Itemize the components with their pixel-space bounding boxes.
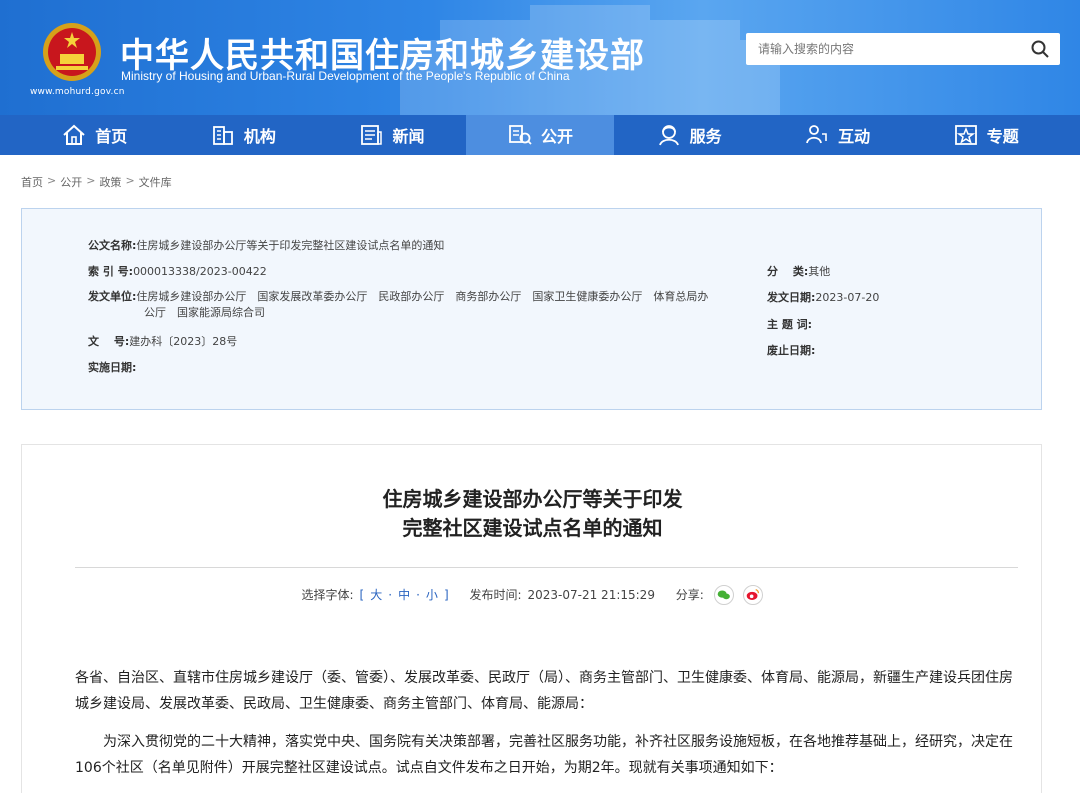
info-impl-date: 实施日期: <box>88 359 136 375</box>
info-issuer: 发文单位:住房城乡建设部办公厅 国家发展改革委办公厅 民政部办公厅 商务部办公厅… <box>88 289 748 321</box>
breadcrumb-separator: > <box>125 174 135 187</box>
index-value: 000013338/2023-00422 <box>133 265 267 278</box>
font-size-large[interactable]: 大 <box>370 588 382 602</box>
info-category: 分 类:其他 <box>767 263 830 279</box>
font-bracket-close: ] <box>443 587 449 602</box>
building-icon <box>212 126 233 145</box>
site-title-english: Ministry of Housing and Urban-Rural Deve… <box>121 69 570 83</box>
doc-name-label: 公文名称: <box>88 239 137 252</box>
nav-institution[interactable]: 机构 <box>169 115 318 155</box>
info-subject: 主 题 词: <box>767 316 812 332</box>
news-icon <box>361 125 383 145</box>
breadcrumb-library[interactable]: 文件库 <box>139 174 172 190</box>
breadcrumb-separator: > <box>47 174 57 187</box>
font-size-label: 选择字体: <box>301 587 354 602</box>
article-paragraph-1: 各省、自治区、直辖市住房城乡建设厅（委、管委）、发展改革委、民政厅（局）、商务主… <box>75 670 1013 712</box>
breadcrumb-disclosure[interactable]: 公开 <box>60 174 82 190</box>
issue-date-value: 2023-07-20 <box>815 291 880 304</box>
category-label: 分 类: <box>767 265 809 278</box>
main-nav: 首页 机构 新闻 公开 服务 互动 专题 <box>20 115 1060 155</box>
breadcrumb-home[interactable]: 首页 <box>21 174 43 190</box>
nav-interact-label: 互动 <box>838 127 871 146</box>
subject-label: 主 题 词: <box>767 318 813 331</box>
info-index: 索 引 号:000013338/2023-00422 <box>88 263 267 279</box>
doc-number-label: 文 号: <box>88 335 130 348</box>
nav-topics-label: 专题 <box>986 127 1019 146</box>
site-url: www.mohurd.gov.cn <box>30 87 125 97</box>
star-icon <box>954 125 977 145</box>
info-doc-name: 公文名称:住房城乡建设部办公厅等关于印发完整社区建设试点名单的通知 <box>88 237 444 253</box>
nav-home-label: 首页 <box>95 127 128 146</box>
issue-date-label: 发文日期: <box>767 291 816 304</box>
font-size-small[interactable]: 小 <box>426 588 438 602</box>
nav-interact[interactable]: 互动 <box>763 115 912 155</box>
service-icon <box>658 125 679 146</box>
nav-home[interactable]: 首页 <box>20 115 169 155</box>
abolish-date-label: 废止日期: <box>767 344 816 357</box>
font-bracket-open: [ <box>359 587 365 602</box>
title-divider <box>75 567 1018 568</box>
site-header: www.mohurd.gov.cn 中华人民共和国住房和城乡建设部 Minist… <box>0 0 1080 115</box>
font-size-dot: · <box>416 587 420 602</box>
nav-service-label: 服务 <box>689 127 722 146</box>
nav-institution-label: 机构 <box>243 127 276 146</box>
article-meta: 选择字体: [ 大 · 中 · 小] 发布时间: 2023-07-21 21:15:29 分享… <box>22 585 1043 605</box>
interact-icon <box>806 125 827 144</box>
info-abolish-date: 废止日期: <box>767 342 815 358</box>
search-box <box>746 33 1060 65</box>
impl-date-label: 实施日期: <box>88 361 137 374</box>
font-size-dot: · <box>388 587 393 602</box>
article-title-line2: 完整社区建设试点名单的通知 <box>402 516 663 540</box>
nav-disclosure-label: 公开 <box>541 127 574 146</box>
font-size-medium[interactable]: 中 <box>398 588 410 602</box>
document-info-box: 公文名称:住房城乡建设部办公厅等关于印发完整社区建设试点名单的通知 索 引 号:… <box>21 208 1042 410</box>
breadcrumb: 首页 > 公开 > 政策 > 文件库 <box>21 174 172 190</box>
weibo-share-icon[interactable] <box>743 585 764 605</box>
info-doc-number: 文 号:建办科〔2023〕28号 <box>88 333 237 349</box>
doc-number-value: 建办科〔2023〕28号 <box>129 335 238 348</box>
issuer-value-line2: 公厅 国家能源局综合司 <box>144 306 265 319</box>
issuer-value-line1: 住房城乡建设部办公厅 国家发展改革委办公厅 民政部办公厅 商务部办公厅 国家卫生… <box>136 290 709 303</box>
share-label: 分享: <box>675 587 704 602</box>
publish-label: 发布时间: <box>469 587 522 602</box>
search-input[interactable] <box>758 40 1008 58</box>
breadcrumb-policy[interactable]: 政策 <box>99 174 121 190</box>
breadcrumb-separator: > <box>86 174 96 187</box>
info-issue-date: 发文日期:2023-07-20 <box>767 289 879 305</box>
wechat-share-icon[interactable] <box>713 585 734 605</box>
home-icon <box>63 124 85 145</box>
nav-disclosure[interactable]: 公开 <box>465 115 615 155</box>
national-emblem-icon <box>43 23 101 81</box>
issuer-label: 发文单位: <box>88 290 137 303</box>
doc-name-value: 住房城乡建设部办公厅等关于印发完整社区建设试点名单的通知 <box>136 239 445 252</box>
publish-time: 2023-07-21 21:15:29 <box>527 587 655 602</box>
disclosure-icon <box>509 125 532 145</box>
article-title: 住房城乡建设部办公厅等关于印发 完整社区建设试点名单的通知 <box>22 485 1043 543</box>
index-label: 索 引 号: <box>88 265 134 278</box>
article-title-line1: 住房城乡建设部办公厅等关于印发 <box>382 487 683 511</box>
nav-news-label: 新闻 <box>392 127 425 146</box>
nav-news[interactable]: 新闻 <box>317 115 466 155</box>
category-value: 其他 <box>808 265 831 278</box>
article-paragraph-2: 为深入贯彻党的二十大精神，落实党中央、国务院有关决策部署，完善社区服务功能，补齐… <box>75 734 1013 776</box>
nav-topics[interactable]: 专题 <box>911 115 1060 155</box>
search-icon[interactable] <box>1030 39 1050 59</box>
article-panel: 住房城乡建设部办公厅等关于印发 完整社区建设试点名单的通知 选择字体: [ 大 · 中 ·… <box>21 444 1042 793</box>
nav-service[interactable]: 服务 <box>614 115 763 155</box>
